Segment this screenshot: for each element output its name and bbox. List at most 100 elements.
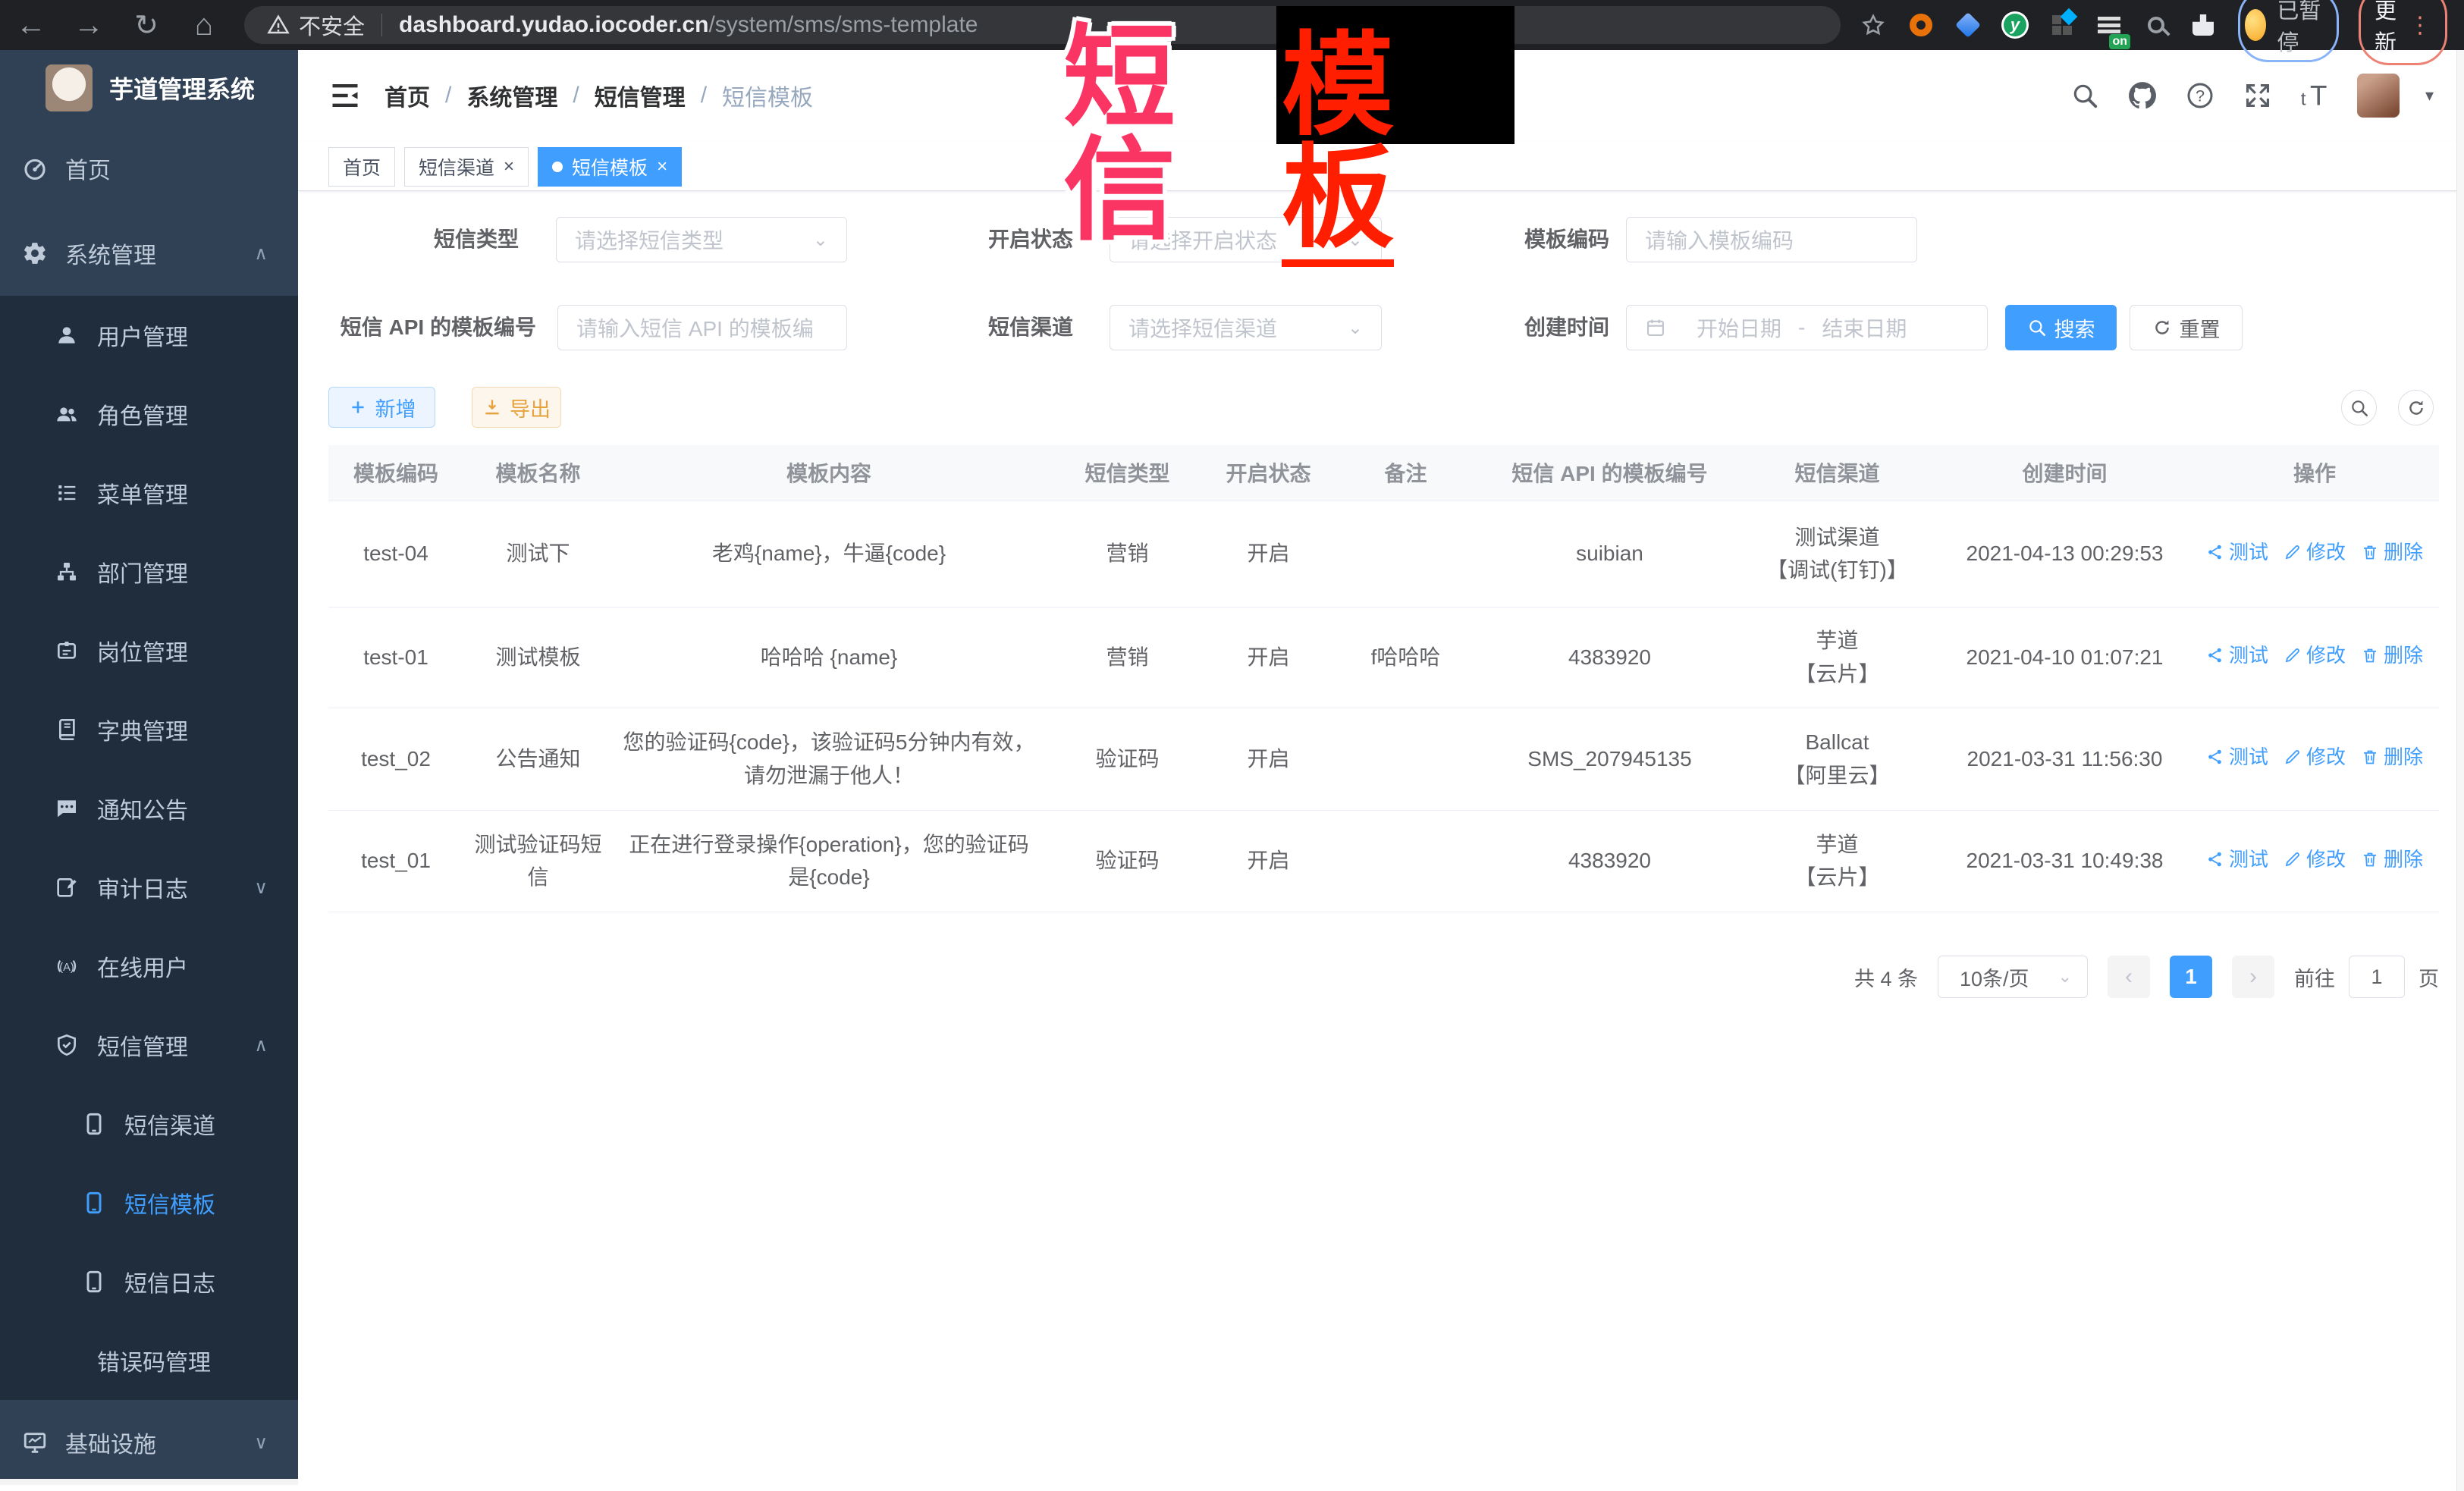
channel-placeholder: 请选择短信渠道 xyxy=(1128,312,1277,343)
删除-link[interactable]: 删除 xyxy=(2361,844,2423,874)
goto-page-input[interactable]: 1 xyxy=(2349,956,2405,998)
删除-link[interactable]: 删除 xyxy=(2361,640,2423,670)
ext-person-search-icon[interactable] xyxy=(2141,10,2171,40)
tab-短信渠道[interactable]: 短信渠道 × xyxy=(404,147,529,187)
cell-sms-type: 营销 xyxy=(1045,501,1210,607)
tab-首页[interactable]: 首页 xyxy=(328,147,395,187)
github-icon[interactable] xyxy=(2127,80,2158,111)
font-size-icon[interactable]: tT xyxy=(2299,80,2331,111)
update-button[interactable]: 更新 ⋮ xyxy=(2359,0,2447,65)
测试-link[interactable]: 测试 xyxy=(2206,742,2268,772)
reload-icon[interactable]: ↻ xyxy=(132,11,161,39)
reset-button[interactable]: 重置 xyxy=(2130,305,2243,350)
sidebar-item-岗位管理[interactable]: 岗位管理 xyxy=(0,611,298,690)
breadcrumb-item-短信管理[interactable]: 短信管理 xyxy=(595,79,686,112)
chevron-down-icon: ⌄ xyxy=(2058,967,2072,987)
browser-nav-buttons: ← → ↻ ⌂ xyxy=(17,11,218,39)
edit-icon xyxy=(2284,646,2302,664)
sidebar-item-部门管理[interactable]: 部门管理 xyxy=(0,532,298,611)
sidebar-item-短信日志[interactable]: 短信日志 xyxy=(0,1242,298,1321)
sms-type-select[interactable]: 请选择短信类型 ⌄ xyxy=(556,217,847,262)
tab-label: 短信渠道 xyxy=(419,153,494,180)
add-button[interactable]: 新增 xyxy=(328,387,435,428)
app-logo-row[interactable]: 芋道管理系统 xyxy=(0,50,298,126)
create-time-range-picker[interactable]: 开始日期 - 结束日期 xyxy=(1626,305,1988,350)
ext-grid-gem-icon[interactable] xyxy=(2047,10,2077,40)
删除-link[interactable]: 删除 xyxy=(2361,742,2423,772)
browser-profile-badge[interactable]: 已暂停 xyxy=(2238,0,2339,62)
dict-icon xyxy=(53,716,80,743)
cell-created-time: 2021-03-31 11:56:30 xyxy=(1939,708,2190,810)
测试-link[interactable]: 测试 xyxy=(2206,640,2268,670)
修改-link[interactable]: 修改 xyxy=(2284,640,2346,670)
channel-select[interactable]: 请选择短信渠道 ⌄ xyxy=(1110,305,1382,350)
forward-icon[interactable]: → xyxy=(74,11,103,39)
tab-短信模板[interactable]: 短信模板 × xyxy=(538,147,682,187)
cell-created-time: 2021-04-13 00:29:53 xyxy=(1939,501,2190,607)
star-icon[interactable] xyxy=(1860,12,1886,38)
sidebar-collapse-icon[interactable] xyxy=(328,79,362,112)
status-select[interactable]: 请选择开启状态 ⌄ xyxy=(1110,217,1382,262)
avatar-caret-down-icon[interactable]: ▾ xyxy=(2425,86,2434,105)
sidebar-item-在线用户[interactable]: (A)在线用户 xyxy=(0,927,298,1006)
sidebar-item-菜单管理[interactable]: 菜单管理 xyxy=(0,454,298,532)
help-icon[interactable]: ? xyxy=(2184,80,2216,111)
cell-api-template-id: 4383920 xyxy=(1484,607,1735,708)
tab-label: 短信模板 xyxy=(572,153,648,180)
cell-template-code: test_02 xyxy=(328,708,463,810)
cell-api-template-id: suibian xyxy=(1484,501,1735,607)
sidebar-item-系统管理[interactable]: 系统管理∧ xyxy=(0,211,298,296)
ext-puzzle-icon[interactable] xyxy=(2188,10,2218,40)
sidebar-item-通知公告[interactable]: 通知公告 xyxy=(0,769,298,848)
prev-page-button[interactable]: ‹ xyxy=(2108,956,2150,998)
sidebar-item-审计日志[interactable]: 审计日志∨ xyxy=(0,848,298,927)
page-size-select[interactable]: 10条/页 ⌄ xyxy=(1938,956,2088,998)
sidebar-item-角色管理[interactable]: 角色管理 xyxy=(0,375,298,454)
sidebar-item-短信渠道[interactable]: 短信渠道 xyxy=(0,1085,298,1163)
address-bar[interactable]: 不安全 dashboard.yudao.iocoder.cn/system/sm… xyxy=(244,6,1841,44)
table-refresh-button[interactable] xyxy=(2398,390,2434,425)
sidebar-item-基础设施[interactable]: 基础设施∨ xyxy=(0,1400,298,1485)
删除-link[interactable]: 删除 xyxy=(2361,537,2423,567)
fullscreen-icon[interactable] xyxy=(2242,80,2274,111)
export-button[interactable]: 导出 xyxy=(472,387,561,428)
sidebar-item-首页[interactable]: 首页 xyxy=(0,126,298,211)
back-icon[interactable]: ← xyxy=(17,11,46,39)
sidebar-item-短信模板[interactable]: 短信模板 xyxy=(0,1163,298,1242)
breadcrumb-item-首页[interactable]: 首页 xyxy=(385,79,430,112)
测试-link[interactable]: 测试 xyxy=(2206,844,2268,874)
template-code-input[interactable]: 请输入模板编码 xyxy=(1626,217,1917,262)
shield-check-icon xyxy=(53,1031,80,1059)
api-template-id-input[interactable]: 请输入短信 API 的模板编 xyxy=(557,305,847,350)
sidebar-item-用户管理[interactable]: 用户管理 xyxy=(0,296,298,375)
ext-list-on-icon[interactable]: on xyxy=(2094,10,2124,40)
calendar-icon xyxy=(1645,317,1666,338)
kebab-menu-icon[interactable]: ⋮ xyxy=(2409,12,2431,39)
breadcrumb-item-系统管理[interactable]: 系统管理 xyxy=(466,79,557,112)
修改-link[interactable]: 修改 xyxy=(2284,742,2346,772)
测试-link[interactable]: 测试 xyxy=(2206,537,2268,567)
browser-chrome: ← → ↻ ⌂ 不安全 dashboard.yudao.iocoder.cn/s… xyxy=(0,0,2464,50)
security-label[interactable]: 不安全 xyxy=(299,9,365,41)
ext-blue-gem-icon[interactable] xyxy=(1953,10,1983,40)
chevron-down-icon: ⌄ xyxy=(1348,229,1363,251)
修改-link[interactable]: 修改 xyxy=(2284,844,2346,874)
sidebar-item-短信管理[interactable]: 短信管理∧ xyxy=(0,1006,298,1085)
search-icon[interactable] xyxy=(2069,80,2101,111)
next-page-button[interactable]: › xyxy=(2232,956,2274,998)
close-icon[interactable]: × xyxy=(657,156,667,177)
sidebar-item-错误码管理[interactable]: 错误码管理 xyxy=(0,1321,298,1400)
ext-green-y-icon[interactable] xyxy=(2000,10,2030,40)
page-scrollbar[interactable] xyxy=(2456,50,2464,1491)
cell-actions: 测试修改删除 xyxy=(2190,501,2439,607)
home-icon[interactable]: ⌂ xyxy=(190,11,218,39)
修改-link[interactable]: 修改 xyxy=(2284,537,2346,567)
cell-template-name: 测试模板 xyxy=(463,607,613,708)
current-page-button[interactable]: 1 xyxy=(2170,956,2212,998)
sidebar-item-字典管理[interactable]: 字典管理 xyxy=(0,690,298,769)
table-search-toggle-button[interactable] xyxy=(2341,390,2377,425)
ext-orange-ring-icon[interactable] xyxy=(1906,10,1936,40)
search-button[interactable]: 搜索 xyxy=(2005,305,2117,350)
user-avatar[interactable] xyxy=(2357,74,2400,118)
close-icon[interactable]: × xyxy=(504,156,514,177)
